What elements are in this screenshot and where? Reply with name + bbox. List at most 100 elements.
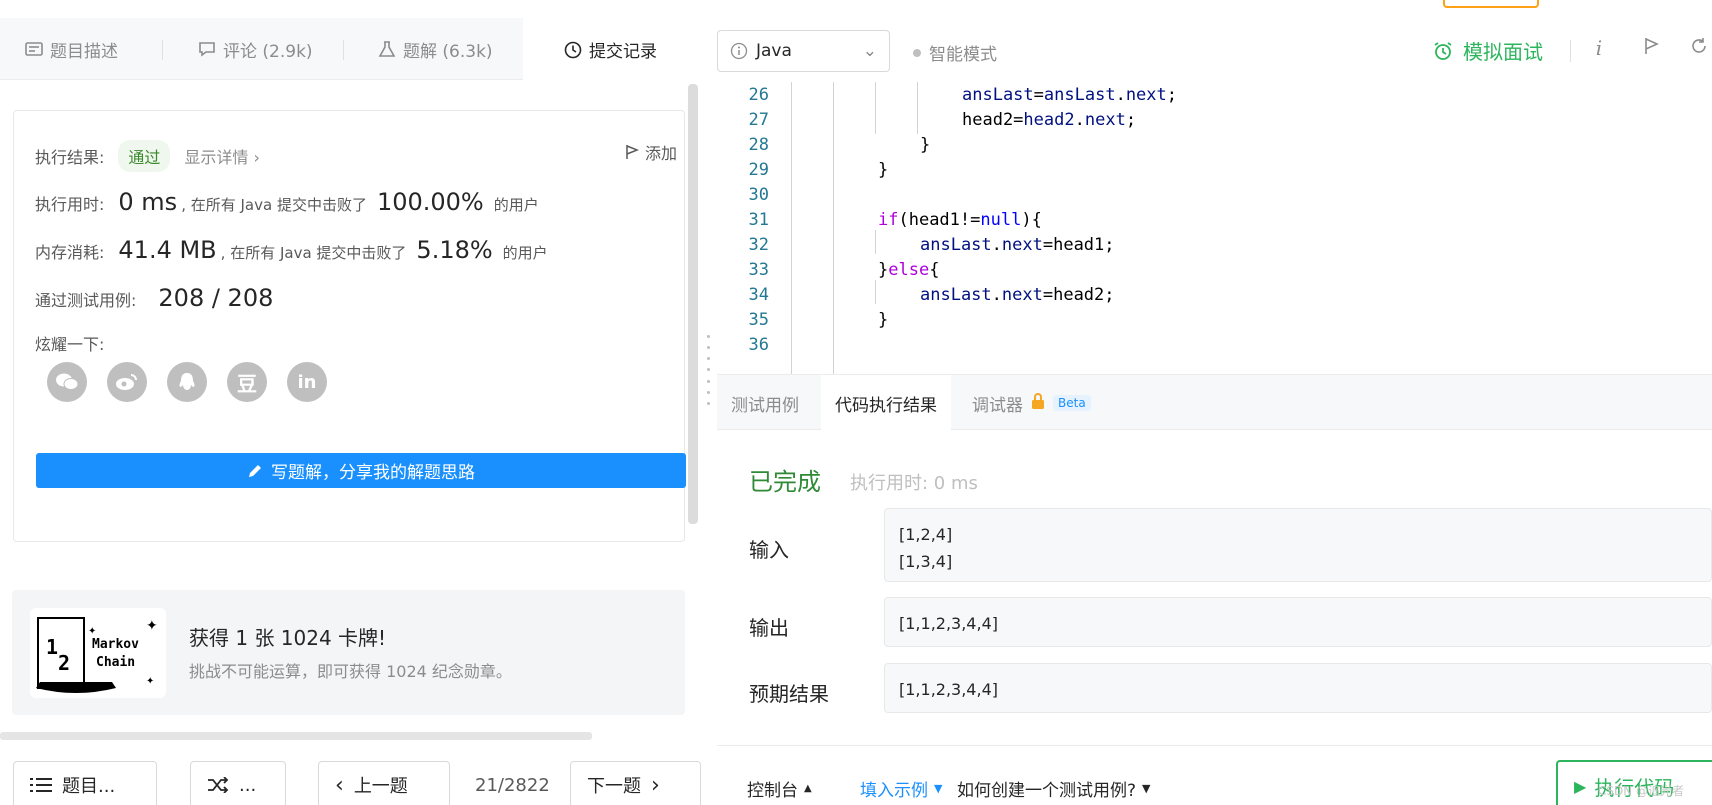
fill-example-label: 填入示例 (860, 781, 928, 801)
smart-mode-label: 智能模式 (929, 45, 997, 65)
reset-icon[interactable] (1687, 36, 1711, 60)
douban-icon[interactable]: 豆 (227, 362, 267, 402)
tab-comments[interactable]: 评论 (2.9k) (197, 18, 313, 80)
code-editor[interactable]: 26 ansLast=ansLast.next; 27 head2=head2.… (717, 82, 1712, 374)
result-row: 执行结果: 通过 显示详情 › (35, 140, 260, 172)
random-problem-button[interactable]: ... (190, 761, 286, 805)
chevron-down-icon: ⌄ (862, 41, 877, 61)
line-number: 35 (748, 310, 769, 330)
next-problem-button[interactable]: 下一题 › (570, 761, 701, 805)
chevron-left-icon: ‹ (335, 772, 344, 798)
output-value: [1,1,2,3,4,4] (899, 614, 998, 633)
line-number: 31 (748, 210, 769, 230)
tab-run-result-label: 代码执行结果 (835, 395, 937, 416)
panel-resize-handle[interactable] (705, 335, 711, 405)
tests-row: 通过测试用例: 208 / 208 (35, 284, 277, 312)
smart-mode-dot-icon (913, 48, 921, 57)
app-root: 题目描述 评论 (2.9k) 题解 (6.3k) 提交记录 执行结果: 通过 显… (0, 0, 1712, 805)
tests-label: 通过测试用例: (35, 291, 137, 310)
console-tab-bar: 测试用例 代码执行结果 调试器 Beta (717, 374, 1712, 431)
tab-testcases[interactable]: 测试用例 (717, 375, 813, 431)
tab-divider (343, 40, 344, 60)
chevron-right-icon: › (651, 772, 660, 798)
weibo-icon[interactable] (107, 362, 147, 402)
share-row-label: 炫耀一下: (35, 331, 104, 355)
left-panel: 题目描述 评论 (2.9k) 题解 (6.3k) 提交记录 执行结果: 通过 显… (0, 0, 701, 805)
language-select[interactable]: Java ⌄ (717, 30, 890, 72)
watermark: CSDN @追光者 (1598, 784, 1685, 798)
svg-text:1: 1 (46, 635, 58, 659)
code-line: head2=head2.next; (962, 110, 1137, 130)
promo-card[interactable]: 1 2 Markov Chain ✦ ✦ ✦ 获得 1 张 1024 卡牌! 挑… (12, 590, 685, 715)
code-line: ansLast.next=head1; (920, 235, 1115, 255)
mock-interview-button[interactable]: 模拟面试 (1433, 36, 1543, 65)
problem-list-label: 题目... (62, 776, 116, 797)
memory-suffix: 的用户 (502, 244, 548, 262)
info-icon[interactable]: i (1587, 36, 1611, 60)
problem-list-button[interactable]: 题目... (13, 761, 157, 805)
promo-subtitle: 挑战不可能运算，即可获得 1024 纪念勋章。 (189, 662, 512, 681)
flask-icon (377, 39, 397, 59)
svg-text:✦: ✦ (146, 676, 154, 687)
add-note-button[interactable]: 添加 (625, 140, 677, 164)
line-number: 32 (748, 235, 769, 255)
line-number: 29 (748, 160, 769, 180)
show-details-link[interactable]: 显示详情 › (184, 144, 260, 168)
pencil-icon (249, 464, 261, 477)
expected-label: 预期结果 (749, 682, 829, 706)
tab-solutions-label: 题解 (6.3k) (403, 41, 493, 62)
line-number: 34 (748, 285, 769, 305)
memory-value: 41.4 MB (118, 236, 217, 264)
markov-chain-card-image: 1 2 Markov Chain ✦ ✦ ✦ (30, 608, 166, 698)
runtime-suffix: 的用户 (493, 196, 539, 214)
play-icon: ▶ (1574, 776, 1587, 796)
runtime-value: 0 ms (118, 188, 178, 216)
tab-run-result[interactable]: 代码执行结果 (821, 375, 951, 431)
share-icons: 豆 in (47, 362, 327, 402)
wechat-icon[interactable] (47, 362, 87, 402)
fill-example-dropdown[interactable]: 填入示例 ▼ (860, 776, 942, 801)
svg-text:✦: ✦ (88, 626, 96, 637)
tab-solutions[interactable]: 题解 (6.3k) (377, 18, 493, 80)
caret-down-icon: ▼ (1142, 782, 1151, 795)
prev-problem-button[interactable]: ‹ 上一题 (318, 761, 450, 805)
indent-guide (791, 82, 792, 374)
line-number: 30 (748, 185, 769, 205)
language-value: Java (756, 41, 792, 61)
write-solution-button[interactable]: 写题解，分享我的解题思路 (36, 453, 686, 488)
expected-box: [1,1,2,3,4,4] (884, 663, 1712, 713)
tab-debugger[interactable]: 调试器 Beta (958, 375, 1105, 431)
code-line: ansLast=ansLast.next; (962, 85, 1178, 105)
flag-icon[interactable] (1639, 36, 1663, 60)
shuffle-icon (208, 777, 229, 793)
beta-badge: Beta (1053, 395, 1091, 411)
indent-guide (875, 230, 876, 254)
console-toggle[interactable]: 控制台 ▲ (747, 776, 812, 801)
tab-debugger-label: 调试器 (972, 395, 1023, 416)
add-note-label: 添加 (645, 144, 678, 163)
tab-submissions[interactable]: 提交记录 (523, 18, 701, 81)
horizontal-scrollbar[interactable] (0, 732, 592, 740)
editor-toolbar: Java ⌄ 智能模式 模拟面试 i (717, 18, 1712, 82)
how-to-create-testcase[interactable]: 如何创建一个测试用例? ▼ (957, 776, 1151, 801)
linkedin-icon[interactable]: in (287, 362, 327, 402)
svg-text:2: 2 (58, 651, 70, 675)
output-label: 输出 (749, 616, 789, 640)
lock-icon (1031, 393, 1045, 413)
qq-icon[interactable] (167, 362, 207, 402)
smart-mode-toggle[interactable]: 智能模式 (913, 40, 997, 65)
tab-description[interactable]: 题目描述 (24, 18, 118, 80)
vertical-scrollbar[interactable] (688, 84, 698, 524)
runtime-label: 执行用时: (35, 195, 105, 214)
input-value-line: [1,2,4] (899, 525, 953, 544)
input-value-line: [1,3,4] (899, 552, 953, 571)
expected-value: [1,1,2,3,4,4] (899, 680, 998, 699)
indent-guide (917, 82, 918, 134)
status-badge: 通过 (118, 140, 171, 172)
code-line: } (878, 310, 889, 330)
input-box: [1,2,4] [1,3,4] (884, 508, 1712, 582)
upgrade-button[interactable] (1443, 0, 1539, 8)
linkedin-glyph: in (297, 371, 317, 393)
indent-guide (833, 82, 834, 374)
runtime-row: 执行用时: 0 ms , 在所有 Java 提交中击败了 100.00% 的用户 (35, 188, 539, 216)
